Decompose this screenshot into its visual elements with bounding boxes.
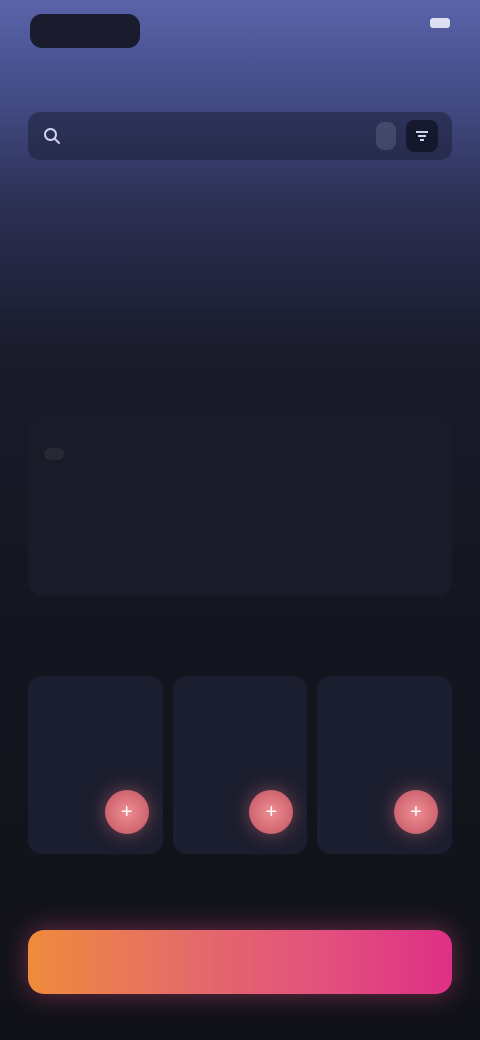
details-card — [28, 418, 452, 596]
status-bar — [0, 0, 480, 64]
primary-cta-button[interactable] — [28, 930, 452, 994]
tab-4[interactable] — [416, 448, 436, 460]
status-indicators — [422, 18, 450, 28]
recommendation-card[interactable]: + — [28, 676, 163, 854]
dynamic-island — [30, 14, 140, 48]
recommendation-card[interactable]: + — [172, 676, 308, 854]
search-icon — [42, 126, 62, 146]
details-tabs — [44, 432, 436, 476]
plus-icon[interactable]: + — [249, 790, 294, 834]
search-chip[interactable] — [376, 122, 396, 150]
filter-icon — [416, 131, 428, 141]
tab-1[interactable] — [44, 448, 64, 460]
search-bar[interactable] — [28, 112, 452, 160]
recommendation-card[interactable]: + — [317, 676, 453, 854]
recommendation-cards: + + + — [28, 676, 453, 854]
battery-icon — [430, 18, 450, 28]
tab-2[interactable] — [168, 448, 188, 460]
plus-icon[interactable]: + — [104, 790, 149, 834]
tab-3[interactable] — [292, 448, 312, 460]
filter-button[interactable] — [406, 120, 438, 152]
app-screen: + + + — [0, 0, 480, 1040]
plus-icon[interactable]: + — [394, 790, 439, 834]
